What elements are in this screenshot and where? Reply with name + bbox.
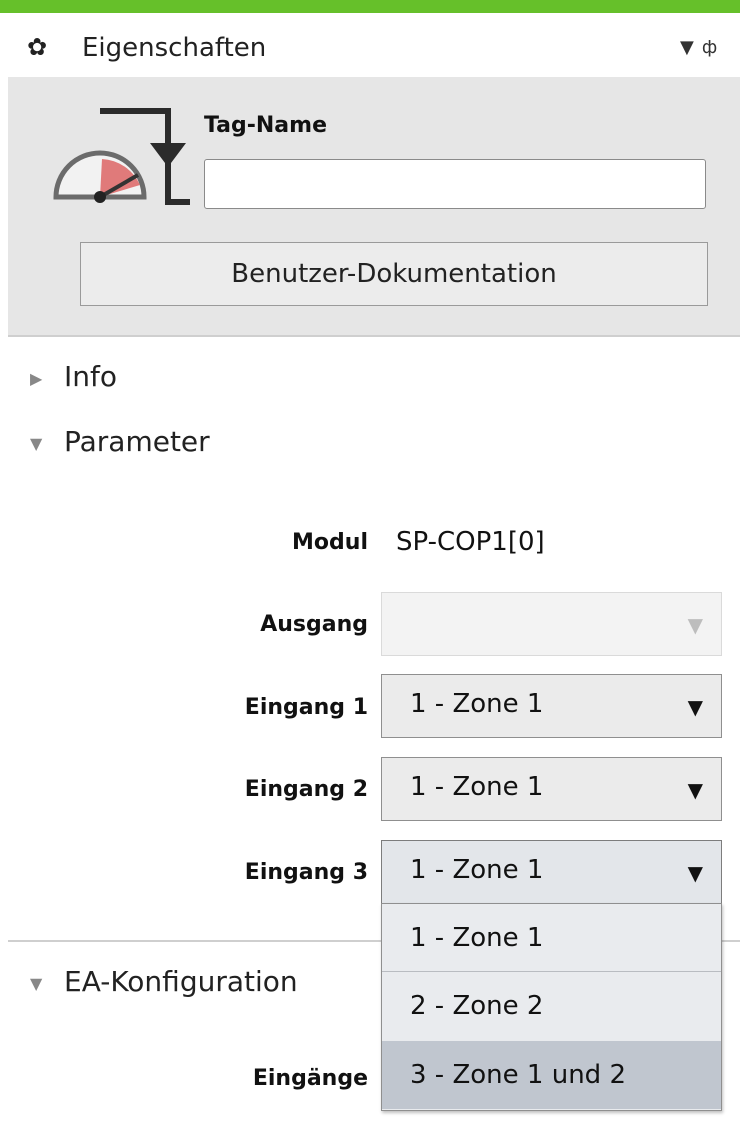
pin-icon[interactable]: ф [702, 37, 725, 58]
eingang3-select[interactable]: 1 - Zone 1 ▼ [381, 840, 722, 904]
chevron-down-icon: ▼ [30, 973, 43, 993]
modul-label: Modul [292, 530, 368, 555]
eingang2-select[interactable]: 1 - Zone 1 ▼ [381, 757, 722, 821]
eingang3-label: Eingang 3 [244, 860, 368, 885]
section-parameter[interactable]: ▼ Parameter [30, 425, 210, 458]
accent-bar [0, 0, 740, 13]
ausgang-select: ▼ [381, 592, 722, 656]
dropdown-arrow-icon: ▼ [687, 613, 703, 637]
dropdown-arrow-icon[interactable]: ▼ [688, 861, 703, 885]
gear-icon[interactable]: ✿ [27, 35, 47, 59]
section-parameter-label: Parameter [64, 425, 210, 458]
section-ea-label: EA-Konfiguration [64, 965, 298, 998]
section-info-label: Info [64, 360, 117, 393]
tag-header: Tag-Name Benutzer-Dokumentation [8, 77, 740, 337]
chevron-right-icon: ▶ [30, 368, 43, 388]
dropdown-option[interactable]: 1 - Zone 1 [382, 904, 721, 972]
modul-value: SP-COP1[0] [396, 527, 545, 557]
dropdown-arrow-icon[interactable]: ▼ [688, 695, 703, 719]
eingang1-select-value: 1 - Zone 1 [410, 689, 544, 719]
user-documentation-button[interactable]: Benutzer-Dokumentation [80, 242, 708, 306]
dropdown-arrow-icon[interactable]: ▼ [688, 778, 703, 802]
chevron-down-icon: ▼ [30, 433, 43, 453]
dropdown-option-highlighted[interactable]: 3 - Zone 1 und 2 [382, 1041, 721, 1109]
eingang3-dropdown-list: 1 - Zone 1 2 - Zone 2 3 - Zone 1 und 2 [381, 903, 722, 1111]
eingang1-select[interactable]: 1 - Zone 1 ▼ [381, 674, 722, 738]
eingang1-label: Eingang 1 [244, 695, 368, 720]
section-info[interactable]: ▶ Info [30, 360, 117, 393]
eingaenge-label: Eingänge [252, 1066, 368, 1091]
dropdown-option[interactable]: 2 - Zone 2 [382, 972, 721, 1040]
tag-name-input[interactable] [204, 159, 706, 209]
eingang3-select-value: 1 - Zone 1 [410, 855, 544, 885]
chevron-down-icon[interactable]: ▼ [680, 37, 702, 58]
panel-controls[interactable]: ▼ф [680, 37, 725, 58]
eingang2-select-value: 1 - Zone 1 [410, 772, 544, 802]
panel-title-bar: ✿ Eigenschaften ▼ф [0, 13, 740, 77]
ausgang-label: Ausgang [260, 612, 368, 637]
section-ea-konfiguration[interactable]: ▼ EA-Konfiguration [30, 965, 298, 998]
tag-name-label: Tag-Name [204, 113, 327, 138]
panel-title: Eigenschaften [82, 33, 267, 63]
gauge-tag-icon [53, 108, 190, 205]
eingang2-label: Eingang 2 [244, 777, 368, 802]
